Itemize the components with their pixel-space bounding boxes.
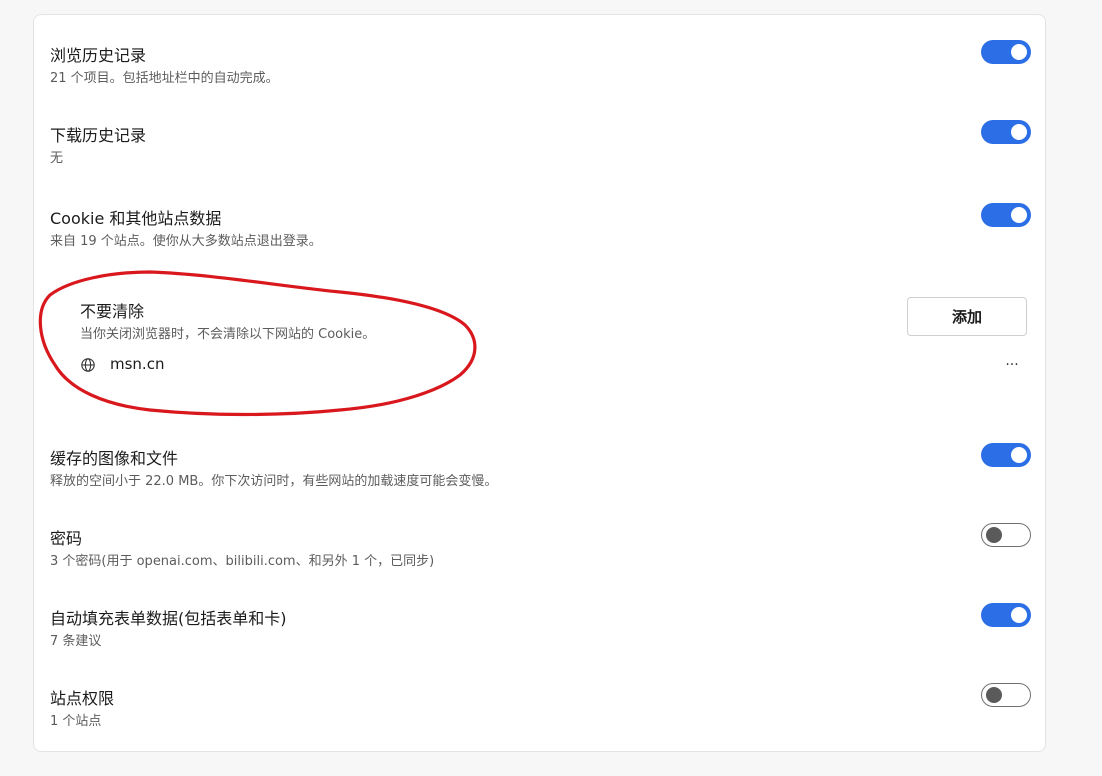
setting-title: 密码 bbox=[50, 529, 83, 548]
toggle-knob bbox=[986, 687, 1002, 703]
site-permissions-toggle[interactable] bbox=[981, 683, 1031, 707]
setting-title: 浏览历史记录 bbox=[50, 46, 147, 65]
toggle-knob bbox=[1011, 447, 1027, 463]
browsing-history-toggle[interactable] bbox=[981, 40, 1031, 64]
setting-description: 无 bbox=[50, 151, 64, 166]
cached-images-toggle[interactable] bbox=[981, 443, 1031, 467]
setting-description: 7 条建议 bbox=[50, 634, 102, 649]
setting-title: 站点权限 bbox=[50, 689, 115, 708]
dont-clear-section: 不要清除 当你关闭浏览器时，不会清除以下网站的 Cookie。 添加 msn.c… bbox=[80, 297, 1027, 398]
setting-description: 3 个密码(用于 openai.com、bilibili.com、和另外 1 个… bbox=[50, 554, 435, 569]
dont-clear-title: 不要清除 bbox=[80, 302, 145, 321]
cookies-toggle[interactable] bbox=[981, 203, 1031, 227]
toggle-knob bbox=[1011, 607, 1027, 623]
toggle-knob bbox=[1011, 124, 1027, 140]
clear-data-settings-card: 浏览历史记录 21 个项目。包括地址栏中的自动完成。 下载历史记录 无 Cook… bbox=[33, 14, 1046, 752]
globe-icon bbox=[81, 358, 95, 372]
toggle-knob bbox=[1011, 207, 1027, 223]
setting-description: 来自 19 个站点。使你从大多数站点退出登录。 bbox=[50, 234, 322, 249]
toggle-knob bbox=[1011, 44, 1027, 60]
setting-title: Cookie 和其他站点数据 bbox=[50, 209, 222, 228]
setting-description: 释放的空间小于 22.0 MB。你下次访问时，有些网站的加载速度可能会变慢。 bbox=[50, 474, 498, 489]
setting-description: 1 个站点 bbox=[50, 714, 102, 729]
dont-clear-description: 当你关闭浏览器时，不会清除以下网站的 Cookie。 bbox=[80, 327, 376, 342]
toggle-knob bbox=[986, 527, 1002, 543]
setting-title: 自动填充表单数据(包括表单和卡) bbox=[50, 609, 287, 628]
passwords-toggle[interactable] bbox=[981, 523, 1031, 547]
setting-description: 21 个项目。包括地址栏中的自动完成。 bbox=[50, 71, 279, 86]
site-list-item: msn.cn ... bbox=[80, 354, 1027, 378]
download-history-toggle[interactable] bbox=[981, 120, 1031, 144]
site-name: msn.cn bbox=[110, 355, 165, 373]
setting-title: 下载历史记录 bbox=[50, 126, 147, 145]
add-site-button[interactable]: 添加 bbox=[907, 297, 1027, 336]
autofill-toggle[interactable] bbox=[981, 603, 1031, 627]
setting-title: 缓存的图像和文件 bbox=[50, 449, 179, 468]
more-options-button[interactable]: ... bbox=[1001, 354, 1023, 374]
